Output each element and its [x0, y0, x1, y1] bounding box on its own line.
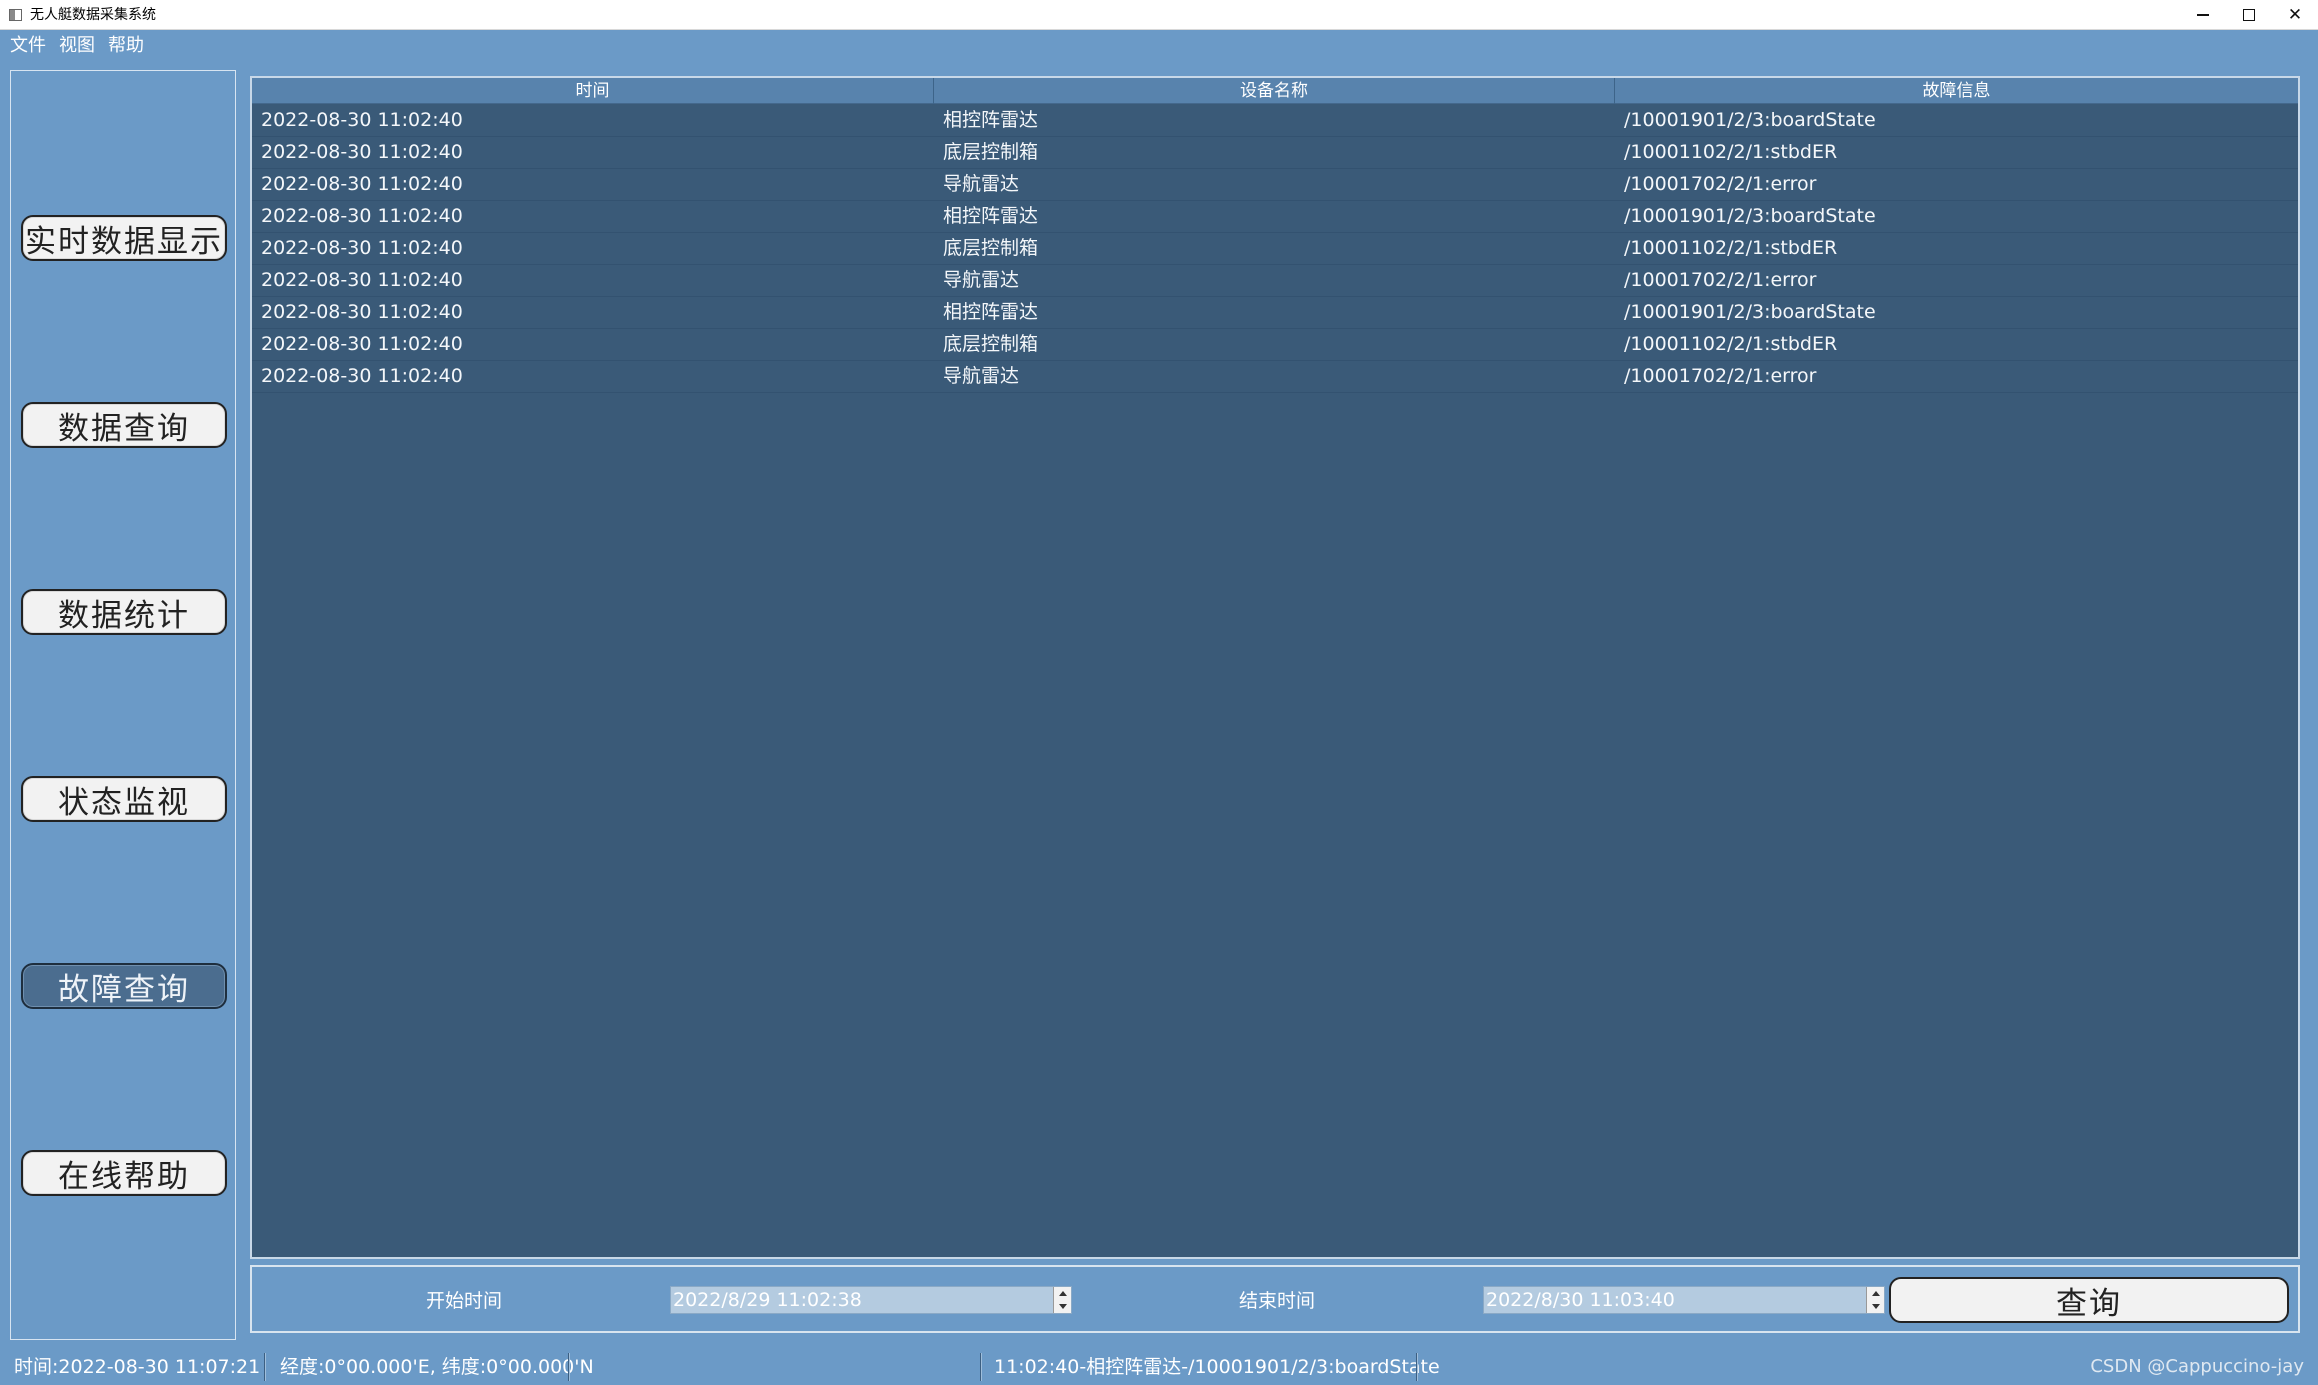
end-time-input[interactable]: 2022/8/30 11:03:40	[1483, 1286, 1885, 1314]
end-time-label: 结束时间	[1239, 1290, 1316, 1312]
cell-fault: /10001901/2/3:boardState	[1624, 301, 1876, 323]
maximize-button[interactable]	[2226, 0, 2272, 30]
cell-time: 2022-08-30 11:02:40	[261, 141, 463, 163]
cell-device: 导航雷达	[943, 365, 1020, 387]
cell-fault: /10001102/2/1:stbdER	[1624, 141, 1838, 163]
start-time-input[interactable]: 2022/8/29 11:02:38	[670, 1286, 1072, 1314]
cell-time: 2022-08-30 11:02:40	[261, 237, 463, 259]
cell-device: 相控阵雷达	[943, 109, 1039, 131]
table-row[interactable]: 2022-08-30 11:02:40 导航雷达/10001702/2/1:err…	[252, 169, 2298, 201]
nav-status-monitor-button[interactable]: 状态监视	[21, 776, 227, 822]
start-time-spinner-icon[interactable]	[1053, 1287, 1071, 1313]
table-row[interactable]: 2022-08-30 11:02:40 相控阵雷达/10001901/2/3:bo…	[252, 297, 2298, 329]
status-separator	[264, 1353, 265, 1381]
cell-time: 2022-08-30 11:02:40	[261, 205, 463, 227]
cell-device: 底层控制箱	[943, 141, 1039, 163]
cell-device: 导航雷达	[943, 269, 1020, 291]
nav-online-help-button[interactable]: 在线帮助	[21, 1150, 227, 1196]
status-time: 时间:2022-08-30 11:07:21	[14, 1356, 261, 1378]
status-position: 经度:0°00.000'E, 纬度:0°00.000'N	[280, 1356, 594, 1378]
title-bar: 无人艇数据采集系统 ✕	[0, 0, 2318, 30]
status-latest-fault: 11:02:40-相控阵雷达-/10001901/2/3:boardState	[994, 1356, 1440, 1378]
cell-device: 相控阵雷达	[943, 205, 1039, 227]
app-icon	[9, 9, 22, 21]
start-time-label: 开始时间	[426, 1290, 503, 1312]
end-time-value: 2022/8/30 11:03:40	[1486, 1289, 1675, 1311]
table-body: 2022-08-30 11:02:40 相控阵雷达/10001901/2/3:bo…	[252, 105, 2298, 393]
window-title: 无人艇数据采集系统	[30, 7, 156, 23]
column-header-device[interactable]: 设备名称	[934, 78, 1615, 104]
status-separator	[980, 1353, 981, 1381]
close-icon: ✕	[2287, 5, 2303, 25]
cell-time: 2022-08-30 11:02:40	[261, 333, 463, 355]
cell-device: 导航雷达	[943, 173, 1020, 195]
status-separator	[1416, 1353, 1417, 1381]
column-header-time[interactable]: 时间	[252, 78, 934, 104]
menu-help[interactable]: 帮助	[108, 31, 144, 61]
minimize-button[interactable]	[2180, 0, 2226, 30]
query-bar: 开始时间 2022/8/29 11:02:38 结束时间 2022/8/30 1…	[250, 1265, 2300, 1333]
column-header-fault[interactable]: 故障信息	[1615, 78, 2298, 104]
start-time-value: 2022/8/29 11:02:38	[673, 1289, 862, 1311]
end-time-spinner-icon[interactable]	[1866, 1287, 1884, 1313]
nav-realtime-button[interactable]: 实时数据显示	[21, 215, 227, 261]
maximize-icon	[2243, 9, 2255, 21]
cell-fault: /10001901/2/3:boardState	[1624, 109, 1876, 131]
table-row[interactable]: 2022-08-30 11:02:40 导航雷达/10001702/2/1:err…	[252, 361, 2298, 393]
table-header: 时间 设备名称 故障信息	[252, 78, 2298, 104]
nav-statistics-button[interactable]: 数据统计	[21, 589, 227, 635]
status-separator	[568, 1353, 569, 1381]
cell-time: 2022-08-30 11:02:40	[261, 365, 463, 387]
menu-view[interactable]: 视图	[59, 31, 95, 61]
table-row[interactable]: 2022-08-30 11:02:40 底层控制箱/10001102/2/1:st…	[252, 233, 2298, 265]
nav-data-query-button[interactable]: 数据查询	[21, 402, 227, 448]
cell-fault: /10001702/2/1:error	[1624, 173, 1817, 195]
menu-file[interactable]: 文件	[10, 31, 46, 61]
cell-fault: /10001102/2/1:stbdER	[1624, 237, 1838, 259]
cell-time: 2022-08-30 11:02:40	[261, 269, 463, 291]
cell-time: 2022-08-30 11:02:40	[261, 173, 463, 195]
cell-fault: /10001702/2/1:error	[1624, 365, 1817, 387]
query-button[interactable]: 查询	[1889, 1277, 2289, 1323]
cell-device: 相控阵雷达	[943, 301, 1039, 323]
table-row[interactable]: 2022-08-30 11:02:40 相控阵雷达/10001901/2/3:bo…	[252, 105, 2298, 137]
cell-fault: /10001901/2/3:boardState	[1624, 205, 1876, 227]
cell-time: 2022-08-30 11:02:40	[261, 301, 463, 323]
cell-fault: /10001102/2/1:stbdER	[1624, 333, 1838, 355]
table-row[interactable]: 2022-08-30 11:02:40 相控阵雷达/10001901/2/3:bo…	[252, 201, 2298, 233]
nav-fault-query-button[interactable]: 故障查询	[21, 963, 227, 1009]
status-bar: 时间:2022-08-30 11:07:21 经度:0°00.000'E, 纬度…	[0, 1349, 2318, 1385]
cell-device: 底层控制箱	[943, 237, 1039, 259]
menu-bar: 文件 视图 帮助	[0, 31, 147, 61]
cell-fault: /10001702/2/1:error	[1624, 269, 1817, 291]
table-row[interactable]: 2022-08-30 11:02:40 导航雷达/10001702/2/1:err…	[252, 265, 2298, 297]
nav-panel: 实时数据显示 数据查询 数据统计 状态监视 故障查询 在线帮助	[10, 70, 236, 1340]
minimize-icon	[2197, 14, 2209, 16]
close-button[interactable]: ✕	[2272, 0, 2318, 30]
table-row[interactable]: 2022-08-30 11:02:40 底层控制箱/10001102/2/1:st…	[252, 329, 2298, 361]
watermark: CSDN @Cappuccino-jay	[2090, 1356, 2304, 1377]
cell-device: 底层控制箱	[943, 333, 1039, 355]
fault-table: 时间 设备名称 故障信息 2022-08-30 11:02:40 相控阵雷达/10…	[250, 76, 2300, 1259]
table-row[interactable]: 2022-08-30 11:02:40 底层控制箱/10001102/2/1:st…	[252, 137, 2298, 169]
cell-time: 2022-08-30 11:02:40	[261, 109, 463, 131]
